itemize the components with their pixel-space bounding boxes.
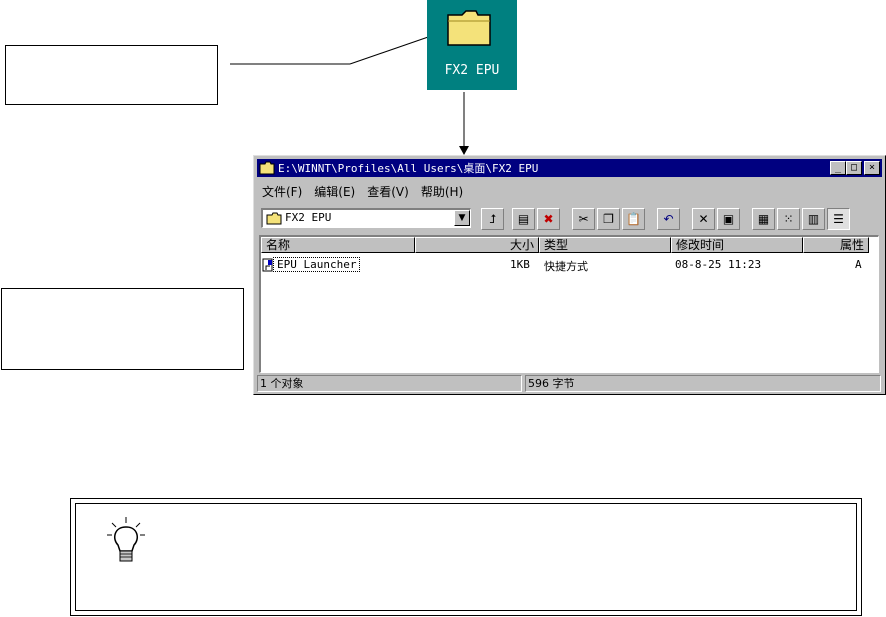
tip-box-inner (75, 503, 857, 611)
column-headers: 名称 大小 类型 修改时间 属性 (261, 237, 878, 253)
menu-file[interactable]: 文件(F) (262, 183, 302, 200)
copy-button[interactable]: ❐ (597, 208, 620, 230)
large-icons-view-icon: ▦ (757, 212, 770, 226)
disconnect-drive-icon: ✖ (543, 212, 554, 226)
desktop-icon-label: FX2 EPU (444, 63, 500, 78)
title-bar[interactable]: E:\WINNT\Profiles\All Users\桌面\FX2 EPU _… (257, 159, 882, 177)
column-header-modified[interactable]: 修改时间 (671, 237, 803, 253)
properties-icon: ▣ (722, 212, 735, 226)
delete-icon: ✕ (698, 212, 709, 226)
folder-icon (266, 212, 282, 225)
file-size: 1KB (510, 258, 530, 271)
column-header-name[interactable]: 名称 (261, 237, 415, 253)
menu-help[interactable]: 帮助(H) (421, 183, 463, 200)
dropdown-arrow-icon[interactable]: ▼ (454, 210, 470, 226)
column-header-size[interactable]: 大小 (415, 237, 539, 253)
small-icons-view-button[interactable]: ⁙ (777, 208, 800, 230)
file-attributes: A (855, 258, 862, 271)
cut-button[interactable]: ✂ (572, 208, 595, 230)
cut-icon: ✂ (578, 212, 589, 226)
disconnect-drive-button[interactable]: ✖ (537, 208, 560, 230)
undo-button[interactable]: ↶ (657, 208, 680, 230)
file-name[interactable]: EPU Launcher (273, 257, 361, 272)
map-drive-button[interactable]: ▤ (512, 208, 535, 230)
minimize-button[interactable]: _ (830, 161, 846, 175)
map-drive-icon: ▤ (517, 212, 530, 226)
status-object-count: 1 个对象 (257, 375, 522, 392)
file-row[interactable]: EPU Launcher 1KB 快捷方式 08-8-25 11:23 A (261, 257, 878, 273)
large-icons-view-button[interactable]: ▦ (752, 208, 775, 230)
menu-view[interactable]: 查看(V) (367, 183, 409, 200)
up-folder-icon: ⮥ (488, 212, 497, 226)
folder-icon (259, 161, 275, 175)
list-view-button[interactable]: ▥ (802, 208, 825, 230)
column-header-type[interactable]: 类型 (539, 237, 671, 253)
list-view-icon: ▥ (807, 212, 820, 226)
copy-icon: ❐ (603, 212, 614, 226)
explorer-window: E:\WINNT\Profiles\All Users\桌面\FX2 EPU _… (253, 155, 886, 395)
folder-icon (447, 10, 491, 46)
address-value: FX2 EPU (285, 211, 332, 224)
menu-edit[interactable]: 编辑(E) (314, 183, 355, 200)
toolbar: FX2 EPU ▼ ⮥ ▤ ✖ ✂ ❐ 📋 ↶ ✕ ▣ ▦ ⁙ ▥ ☰ (259, 206, 880, 232)
file-list[interactable]: 名称 大小 类型 修改时间 属性 EPU Launcher 1KB 快捷方式 0… (259, 235, 879, 373)
tip-box (70, 498, 862, 616)
lightbulb-icon (107, 517, 145, 562)
file-type: 快捷方式 (544, 260, 588, 273)
properties-button[interactable]: ▣ (717, 208, 740, 230)
column-header-attributes[interactable]: 属性 (803, 237, 869, 253)
desktop-folder-shortcut[interactable]: FX2 EPU (427, 0, 517, 90)
status-bar: 1 个对象 596 字节 (257, 375, 882, 392)
paste-icon: 📋 (626, 212, 641, 226)
menu-bar: 文件(F) 编辑(E) 查看(V) 帮助(H) (262, 183, 463, 200)
status-bytes: 596 字节 (525, 375, 881, 392)
paste-button[interactable]: 📋 (622, 208, 645, 230)
details-view-icon: ☰ (833, 212, 844, 226)
file-modified: 08-8-25 11:23 (675, 258, 762, 271)
close-button[interactable]: × (864, 161, 880, 175)
address-combo[interactable]: FX2 EPU ▼ (261, 208, 471, 228)
up-folder-button[interactable]: ⮥ (481, 208, 504, 230)
maximize-button[interactable]: □ (846, 161, 862, 175)
undo-icon: ↶ (663, 212, 674, 226)
details-view-button[interactable]: ☰ (827, 208, 850, 230)
window-title: E:\WINNT\Profiles\All Users\桌面\FX2 EPU (278, 162, 539, 175)
small-icons-view-icon: ⁙ (783, 212, 794, 226)
delete-button[interactable]: ✕ (692, 208, 715, 230)
